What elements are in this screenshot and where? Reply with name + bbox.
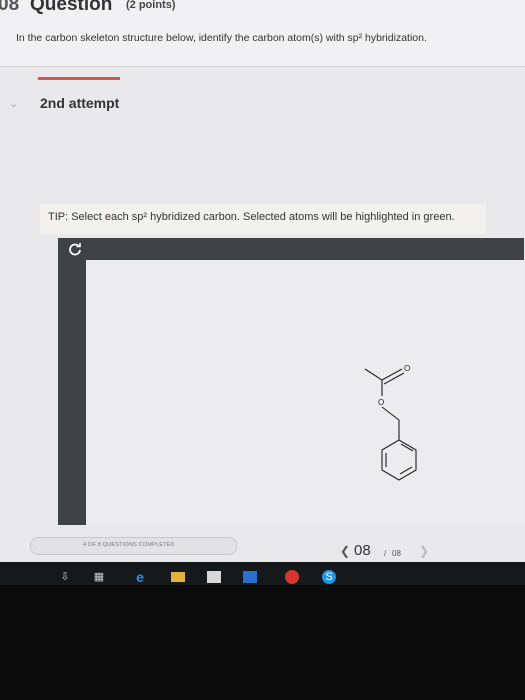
tip-text: TIP: Select each sp² hybridized carbon. … [48,211,455,223]
previous-question-button[interactable]: ❮ [340,544,350,558]
skype-icon[interactable]: S [322,570,336,584]
bond-methyl-carbonyl [364,368,383,381]
questions-progress: 4 OF 8 QUESTIONS COMPLETED [30,537,237,555]
question-points: (2 points) [126,0,176,11]
total-pages: 08 [392,549,401,558]
question-title: Question [30,0,113,15]
question-number: 08 [0,0,20,15]
attempt-indicator-bar [38,77,120,80]
store-icon[interactable] [207,571,221,583]
office-icon[interactable] [243,571,257,583]
page-separator: / [384,549,387,558]
current-page: 08 [354,542,371,559]
benzene-ring [381,439,417,481]
taskbar: ⇩ ▦ e S [0,562,525,585]
bond-carbonyl-oxygen [381,368,403,381]
progress-text: 4 OF 8 QUESTIONS COMPLETED [83,542,175,548]
question-prompt: In the carbon skeleton structure below, … [16,32,427,44]
ester-oxygen-label: O [378,398,384,407]
bond-carbonyl-oxygen-double [383,372,405,385]
chevron-down-icon[interactable]: ⌄ [9,97,18,110]
attempt-toggle[interactable]: 2nd attempt [40,95,119,111]
file-explorer-icon[interactable] [171,572,185,582]
task-view-icon[interactable]: ▦ [92,570,106,584]
question-header: 08 Question (2 points) In the carbon ske… [0,0,525,66]
app-screen: 08 Question (2 points) In the carbon ske… [0,0,525,585]
molecule-canvas[interactable]: O O [86,260,524,525]
header-divider [0,66,525,67]
reset-icon[interactable] [68,242,82,256]
bond-ester-oxygen-ch2 [381,406,400,421]
carbonyl-oxygen-label: O [404,364,410,373]
next-question-button[interactable]: ❯ [419,544,429,558]
download-icon[interactable]: ⇩ [58,570,72,584]
mail-icon[interactable] [285,570,299,584]
structure-editor: O O [58,238,524,525]
molecule-structure: O O [364,364,417,481]
tip-box: TIP: Select each sp² hybridized carbon. … [40,204,486,234]
edge-browser-icon[interactable]: e [133,570,147,584]
